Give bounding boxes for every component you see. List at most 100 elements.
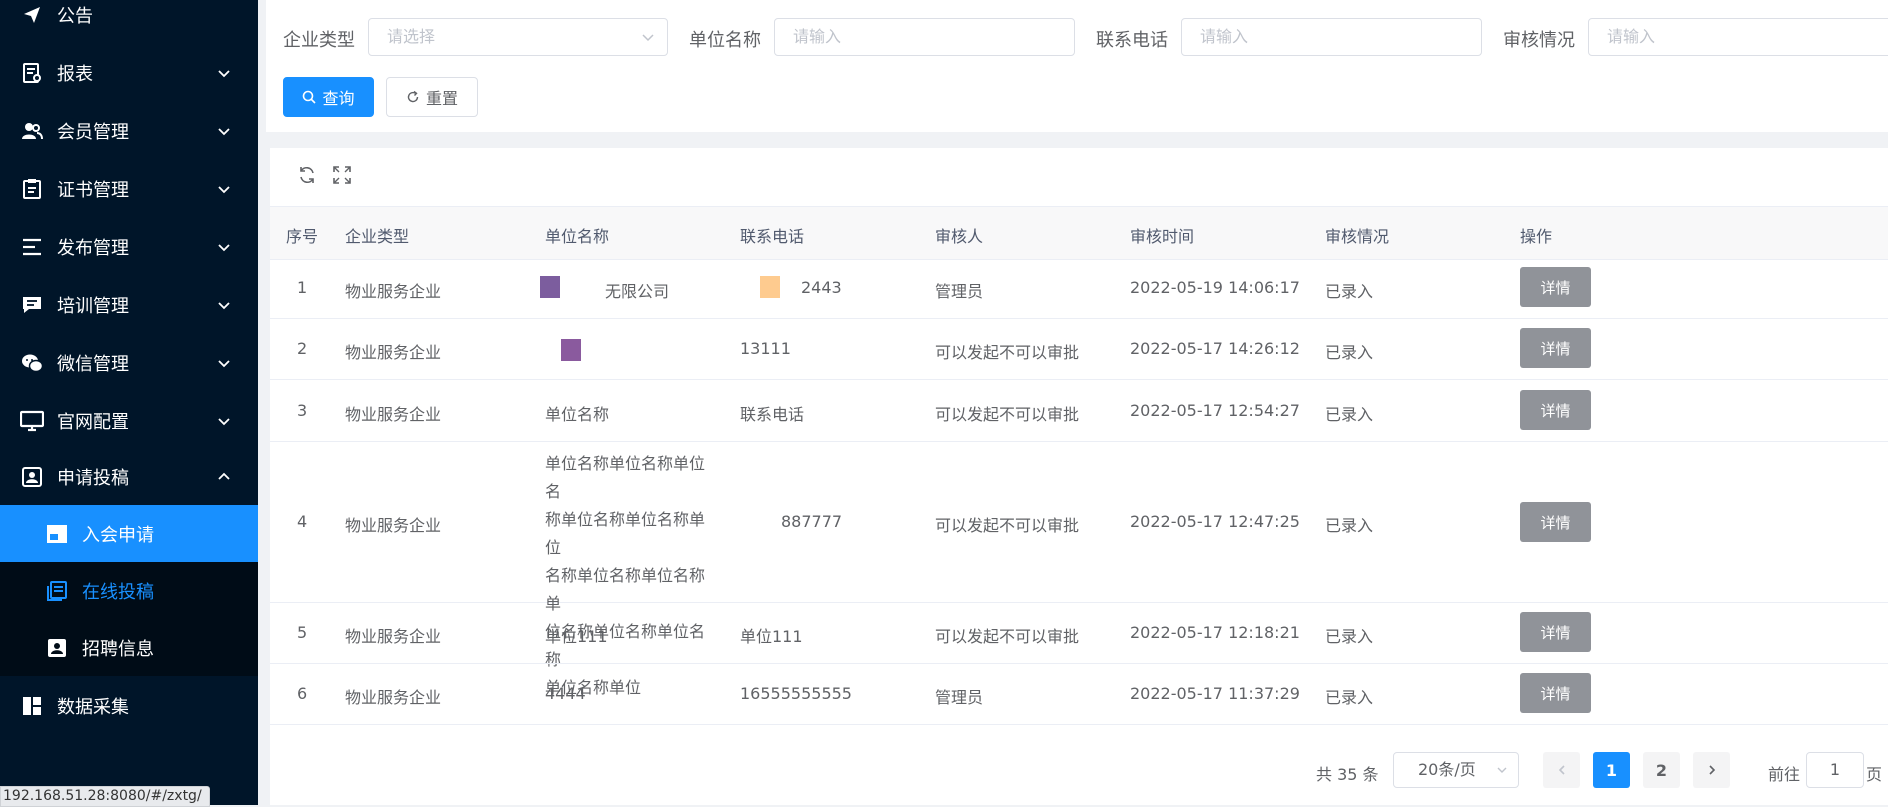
page-button-1[interactable]: 1 [1593, 752, 1630, 788]
row-reviewer: 管理员 [935, 282, 984, 301]
sidebar-item-members[interactable]: 会员管理 [0, 102, 258, 159]
window-icon [45, 522, 69, 546]
row-index: 3 [297, 401, 308, 420]
row-phone: 16555555555 [740, 684, 852, 703]
detail-button[interactable]: 详情 [1520, 390, 1591, 430]
page-size-select[interactable]: 20条/页 [1393, 752, 1519, 788]
reset-button[interactable]: 重置 [386, 77, 478, 117]
row-index: 6 [297, 684, 308, 703]
sidebar-item-publish[interactable]: 发布管理 [0, 218, 258, 275]
query-button[interactable]: 查询 [283, 77, 374, 117]
query-button-label: 查询 [322, 89, 355, 108]
sidebar-item-website-config[interactable]: 官网配置 [0, 392, 258, 449]
document-icon [45, 579, 69, 603]
review-status-input[interactable]: 请输入 [1588, 18, 1888, 56]
row-company-type: 物业服务企业 [345, 343, 442, 362]
detail-button[interactable]: 详情 [1520, 267, 1591, 307]
detail-button[interactable]: 详情 [1520, 673, 1591, 713]
next-page-button[interactable] [1693, 752, 1730, 788]
sidebar-subitem-online-submission[interactable]: 在线投稿 [0, 562, 258, 619]
fullscreen-icon[interactable] [332, 165, 352, 185]
sidebar: 公告 报表 会员管理 证书管理 发布管理 培训管理 微信管理 官网配置 申请投稿… [0, 0, 258, 805]
sidebar-item-label: 入会申请 [82, 524, 154, 546]
row-company-type: 物业服务企业 [345, 282, 442, 301]
sidebar-item-label: 数据采集 [57, 696, 129, 718]
table-row: 5 物业服务企业 单位111 单位111 可以发起不可以审批 2022-05-1… [270, 603, 1888, 664]
redacted-block [540, 276, 560, 298]
sidebar-item-label: 微信管理 [57, 353, 129, 375]
redacted-block [760, 276, 780, 298]
detail-button[interactable]: 详情 [1520, 502, 1591, 542]
prev-page-button[interactable] [1543, 752, 1580, 788]
detail-button[interactable]: 详情 [1520, 612, 1591, 652]
table-header: 序号 企业类型 单位名称 联系电话 审核人 审核时间 审核情况 操作 [270, 206, 1888, 260]
wechat-icon [20, 351, 44, 375]
row-review-time: 2022-05-17 11:37:29 [1130, 684, 1300, 703]
review-status-label: 审核情况 [1503, 30, 1575, 51]
input-placeholder: 请输入 [793, 27, 842, 46]
row-unit-name: 4444 [545, 684, 586, 703]
row-review-time: 2022-05-19 14:06:17 [1130, 278, 1300, 297]
refresh-icon [407, 90, 419, 103]
row-unit-name: 单位名称 [545, 405, 610, 424]
sidebar-item-label: 招聘信息 [82, 638, 154, 660]
row-review-time: 2022-05-17 12:54:27 [1130, 401, 1300, 420]
column-header: 操作 [1520, 227, 1553, 246]
row-review-time: 2022-05-17 12:47:25 [1130, 512, 1300, 531]
sidebar-item-submissions[interactable]: 申请投稿 [0, 448, 258, 505]
row-index: 1 [297, 278, 308, 297]
row-index: 2 [297, 339, 308, 358]
column-header: 审核人 [935, 227, 984, 246]
detail-button[interactable]: 详情 [1520, 328, 1591, 368]
chevron-down-icon [218, 359, 230, 367]
row-reviewer: 管理员 [935, 688, 984, 707]
row-reviewer: 可以发起不可以审批 [935, 627, 1080, 646]
sidebar-item-training[interactable]: 培训管理 [0, 276, 258, 333]
profile-icon [45, 636, 69, 660]
page-button-2[interactable]: 2 [1643, 752, 1680, 788]
search-panel: 企业类型 请选择 单位名称 请输入 联系电话 请输入 审核情况 请输入 查询 重… [266, 0, 1888, 132]
select-placeholder: 请选择 [387, 27, 436, 46]
report-icon [20, 61, 44, 85]
pagination-total: 共 35 条 [1316, 765, 1379, 784]
row-phone: 联系电话 [740, 405, 805, 424]
chevron-right-icon [1708, 765, 1715, 775]
unit-name-input[interactable]: 请输入 [774, 18, 1075, 56]
name-line: 称单位名称单位名称单位 [545, 510, 706, 557]
row-review-time: 2022-05-17 12:18:21 [1130, 623, 1300, 642]
row-company-type: 物业服务企业 [345, 516, 442, 535]
input-placeholder: 请输入 [1200, 27, 1249, 46]
message-icon [20, 293, 44, 317]
sidebar-item-data-collection[interactable]: 数据采集 [0, 677, 258, 734]
column-header: 序号 [286, 227, 319, 246]
goto-label: 前往 [1768, 765, 1801, 784]
refresh-icon[interactable] [297, 165, 317, 185]
sidebar-item-announcement[interactable]: 公告 [0, 0, 258, 43]
sidebar-item-label: 公告 [57, 5, 93, 27]
row-review-status: 已录入 [1325, 627, 1374, 646]
sidebar-item-reports[interactable]: 报表 [0, 44, 258, 101]
redacted-block [561, 339, 581, 361]
company-type-select[interactable]: 请选择 [368, 18, 668, 56]
search-icon [303, 90, 317, 104]
row-phone: 887777 [781, 512, 843, 531]
phone-input[interactable]: 请输入 [1181, 18, 1482, 56]
row-company-type: 物业服务企业 [345, 627, 442, 646]
goto-page-input[interactable]: 1 [1806, 752, 1864, 788]
sidebar-item-certificates[interactable]: 证书管理 [0, 160, 258, 217]
sidebar-item-label: 在线投稿 [82, 581, 154, 603]
row-review-status: 已录入 [1325, 688, 1374, 707]
sidebar-item-wechat[interactable]: 微信管理 [0, 334, 258, 391]
row-index: 5 [297, 623, 308, 642]
row-reviewer: 可以发起不可以审批 [935, 343, 1080, 362]
reset-button-label: 重置 [425, 89, 458, 108]
chevron-down-icon [218, 69, 230, 77]
sidebar-subitem-recruitment[interactable]: 招聘信息 [0, 619, 258, 676]
sidebar-subitem-membership-application[interactable]: 入会申请 [0, 505, 258, 562]
row-company-type: 物业服务企业 [345, 688, 442, 707]
send-icon [20, 3, 44, 27]
column-header: 联系电话 [740, 227, 805, 246]
monitor-icon [20, 409, 44, 433]
sidebar-item-label: 发布管理 [57, 237, 129, 259]
page-size-value: 20条/页 [1418, 760, 1476, 779]
